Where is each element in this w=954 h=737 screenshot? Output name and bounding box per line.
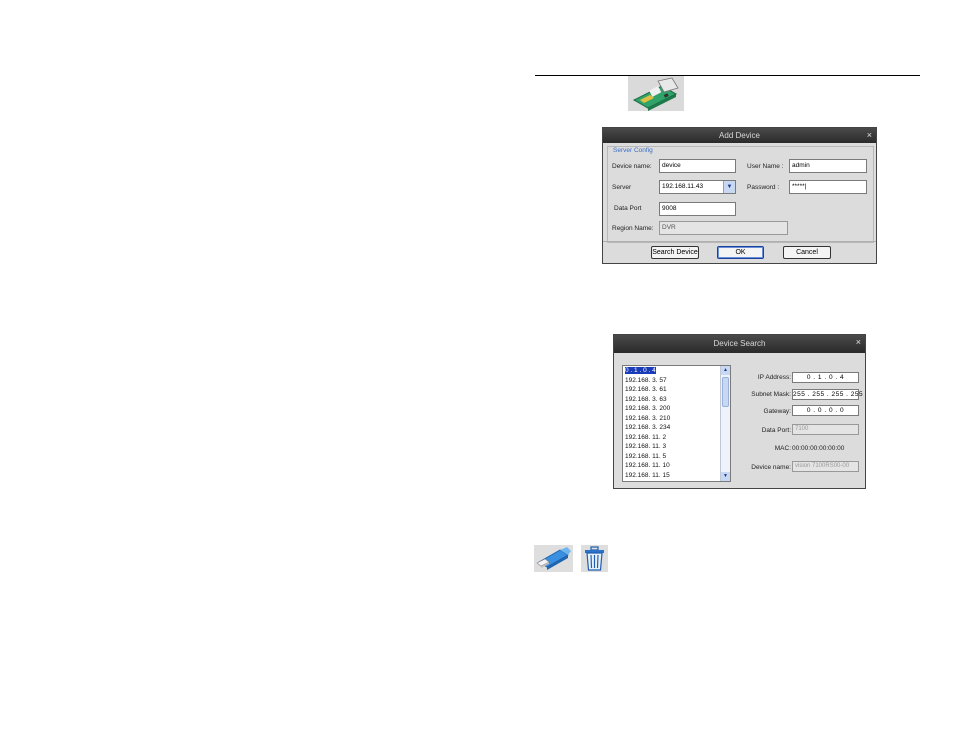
- network-card-icon[interactable]: [628, 76, 684, 111]
- server-label: Server: [612, 184, 632, 191]
- scrollbar[interactable]: ▲ ▼: [720, 366, 730, 481]
- device-list-item[interactable]: 192.168. 11. 15: [623, 471, 730, 481]
- horizontal-rule: [535, 75, 920, 76]
- subnet-mask-label: Subnet Mask:: [751, 391, 791, 398]
- server-combobox[interactable]: 192.168.11.43 ▼: [659, 180, 736, 194]
- user-name-field[interactable]: admin: [789, 159, 867, 173]
- trash-icon[interactable]: [581, 545, 608, 572]
- device-name-field: vision 7100RS00-00: [792, 461, 859, 472]
- add-device-titlebar: Add Device ×: [603, 128, 876, 143]
- device-list-item[interactable]: 192.168. 3. 234: [623, 423, 730, 433]
- device-list[interactable]: 0 . 1 . 0 . 4 192.168. 3. 57 192.168. 3. 6…: [622, 365, 731, 482]
- data-port-field: 7100: [792, 424, 859, 435]
- server-value: 192.168.11.43: [662, 183, 704, 190]
- device-list-item-label: 192.168. 3. 234: [625, 424, 671, 431]
- device-list-item-label: 192.168. 3. 61: [625, 386, 667, 393]
- device-list-item[interactable]: 192.168. 3. 200: [623, 404, 730, 414]
- mac-value: 00:00:00:00:00:00: [792, 445, 845, 452]
- data-port-label: Data Port: [614, 205, 642, 212]
- device-list-item[interactable]: 192.168. 3. 61: [623, 385, 730, 395]
- data-port-label: Data Port:: [761, 427, 791, 434]
- device-name-label: Device name:: [612, 163, 652, 170]
- device-name-field[interactable]: device: [659, 159, 736, 173]
- device-list-item[interactable]: 192.168. 3. 57: [623, 376, 730, 386]
- device-list-item-label: 0 . 1 . 0 . 4: [625, 367, 656, 374]
- device-list-item-label: 192.168. 3. 200: [625, 405, 671, 412]
- mac-label: MAC:: [774, 445, 791, 452]
- password-field[interactable]: *****|: [789, 180, 867, 194]
- gateway-label: Gateway:: [763, 408, 791, 415]
- chevron-down-icon[interactable]: ▼: [723, 181, 735, 193]
- ip-address-field[interactable]: 0 . 1 . 0 . 4: [792, 372, 859, 383]
- device-list-item-label: 192.168. 11. 3: [625, 443, 667, 450]
- ok-button[interactable]: OK: [717, 246, 764, 259]
- gateway-field[interactable]: 0 . 0 . 0 . 0: [792, 405, 859, 416]
- close-icon[interactable]: ×: [867, 128, 872, 142]
- usb-drive-icon[interactable]: [534, 545, 573, 572]
- device-list-item[interactable]: 192.168. 11. 3: [623, 442, 730, 452]
- cancel-button[interactable]: Cancel: [783, 246, 831, 259]
- device-search-title: Device Search: [713, 339, 766, 348]
- device-search-dialog: Device Search × 0 . 1 . 0 . 4 192.168. 3.…: [613, 334, 866, 489]
- add-device-title: Add Device: [719, 131, 760, 140]
- device-list-item-label: 192.168. 11. 2: [625, 433, 667, 441]
- device-list-item[interactable]: 192.168. 11. 2: [623, 433, 730, 443]
- device-list-item[interactable]: 0 . 1 . 0 . 4: [623, 366, 730, 376]
- search-device-button[interactable]: Search Device: [651, 246, 699, 259]
- password-label: Password :: [747, 184, 780, 191]
- region-name-label: Region Name:: [612, 225, 654, 232]
- device-list-item-label: 192.168. 11. 20: [625, 481, 670, 482]
- device-list-item[interactable]: 192.168. 11. 5: [623, 452, 730, 462]
- region-name-field: DVR: [659, 221, 788, 235]
- scroll-down-icon[interactable]: ▼: [721, 472, 730, 481]
- device-name-label: Device name:: [751, 464, 791, 471]
- device-list-item[interactable]: 192.168. 3. 210: [623, 414, 730, 424]
- device-list-item-label: 192.168. 11. 15: [625, 471, 670, 479]
- device-list-item[interactable]: 192.168. 11. 20: [623, 480, 730, 482]
- ip-address-label: IP Address:: [757, 374, 791, 381]
- device-list-item[interactable]: 192.168. 11. 10: [623, 461, 730, 471]
- user-name-label: User Name :: [747, 163, 784, 170]
- add-device-dialog: Add Device × Server Config Device name: …: [602, 127, 877, 264]
- subnet-mask-field[interactable]: 255 . 255 . 255 . 255: [792, 389, 863, 400]
- device-list-item-label: 192.168. 11. 10: [625, 462, 670, 469]
- scroll-thumb[interactable]: [722, 377, 729, 407]
- device-list-item-label: 192.168. 11. 5: [625, 452, 667, 460]
- scroll-up-icon[interactable]: ▲: [721, 366, 730, 375]
- device-list-item[interactable]: 192.168. 3. 63: [623, 395, 730, 405]
- dialog-divider: [603, 241, 876, 242]
- data-port-field[interactable]: 9008: [659, 202, 736, 216]
- device-list-item-label: 192.168. 3. 57: [625, 376, 667, 384]
- device-list-item-label: 192.168. 3. 63: [625, 395, 667, 403]
- device-list-item-label: 192.168. 3. 210: [625, 414, 671, 422]
- device-search-titlebar: Device Search ×: [614, 335, 865, 353]
- close-icon[interactable]: ×: [856, 335, 861, 349]
